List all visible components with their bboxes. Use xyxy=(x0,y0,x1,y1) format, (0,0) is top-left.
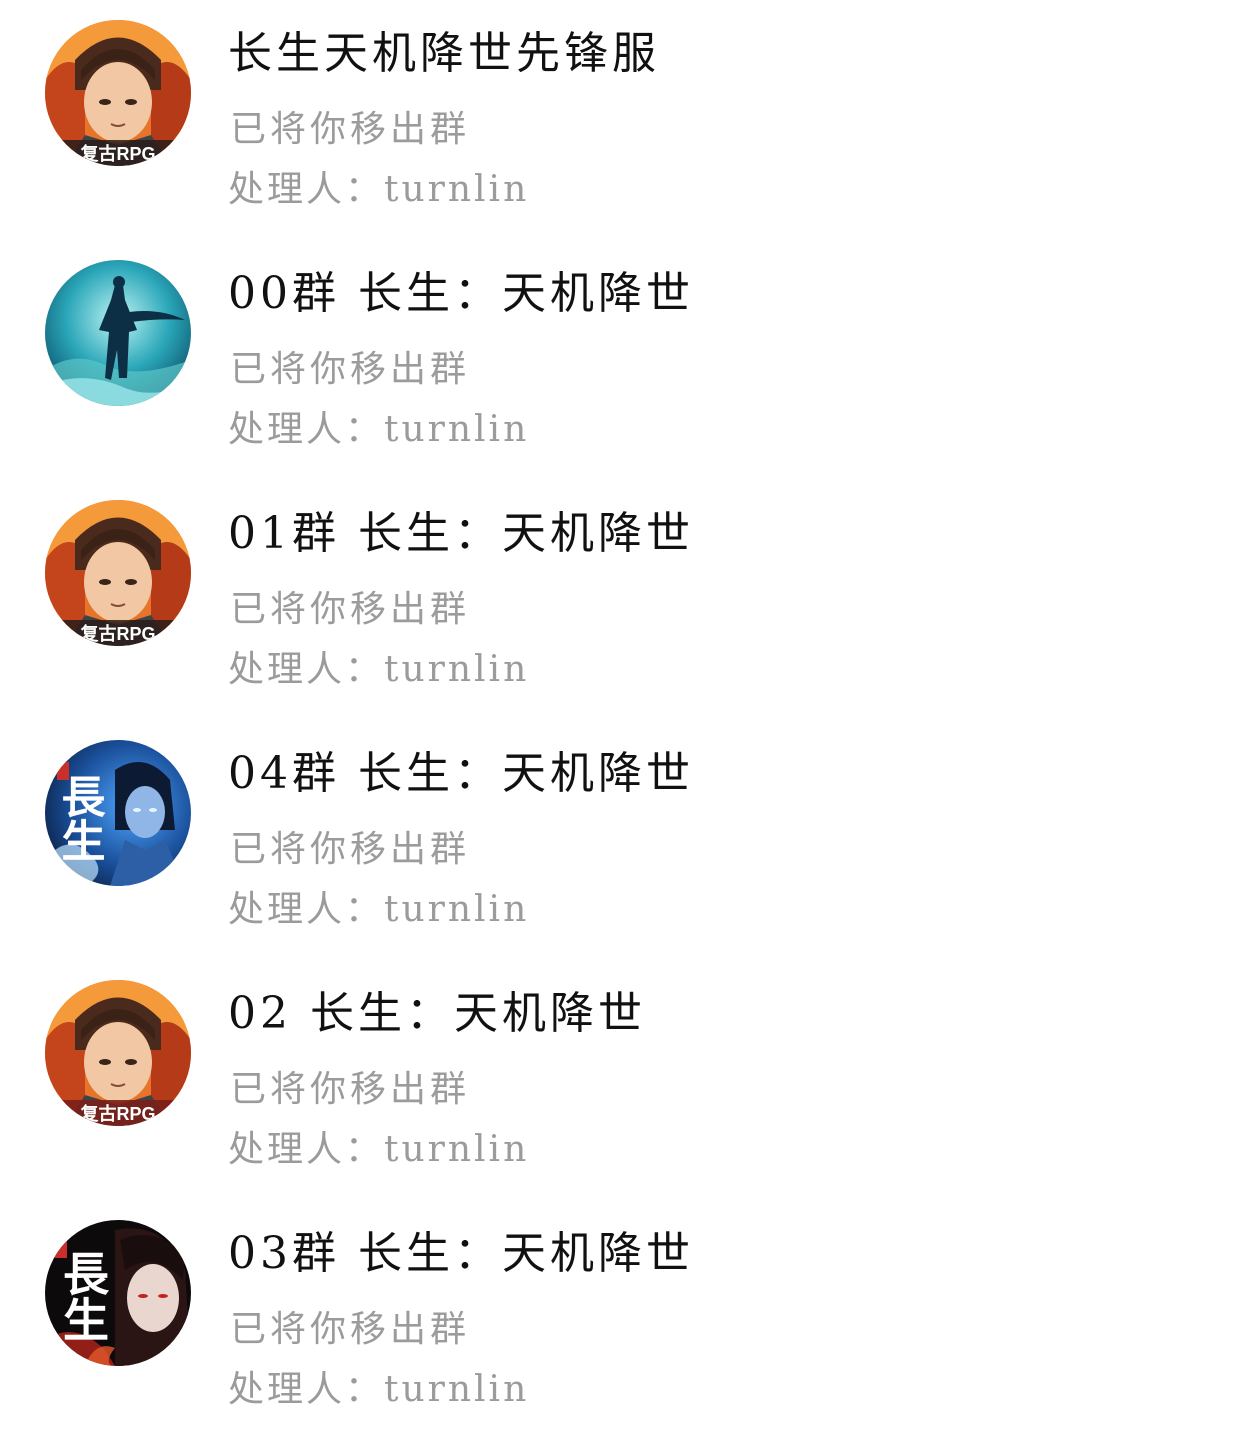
removal-status: 已将你移出群 xyxy=(230,109,471,150)
avatar-text: 長生 xyxy=(54,774,105,862)
handler-label: 处理人：turnlin xyxy=(228,1369,530,1410)
changsheng-red-avatar-icon[interactable]: 長生 xyxy=(45,1220,191,1366)
list-item[interactable]: 00群 长生：天机降世 已将你移出群 处理人：turnlin xyxy=(0,240,1260,460)
group-title: 04群 长生：天机降世 xyxy=(228,748,694,799)
avatar-text: 長生 xyxy=(56,1250,110,1342)
list-item[interactable]: 复古RPG 长生天机降世先锋服 已将你移出群 处理人：turnlin xyxy=(0,0,1260,220)
removal-status: 已将你移出群 xyxy=(230,829,471,870)
changsheng-blue-avatar-icon[interactable]: 長生 xyxy=(45,740,191,886)
group-title: 03群 长生：天机降世 xyxy=(228,1228,694,1279)
list-item[interactable]: 复古RPG 02 长生：天机降世 已将你移出群 处理人：turnlin xyxy=(0,960,1260,1180)
removal-status: 已将你移出群 xyxy=(230,1069,471,1110)
group-title: 01群 长生：天机降世 xyxy=(228,508,694,559)
hero-retro-rpg-avatar-image: 复古RPG xyxy=(45,500,191,646)
list-item[interactable]: 長生 03群 长生：天机降世 已将你移出群 处理人：turnlin xyxy=(0,1200,1260,1420)
avatar-text: 复古RPG xyxy=(79,143,155,164)
swordsman-moon-avatar-image xyxy=(45,260,191,406)
hero-retro-rpg-avatar-icon[interactable]: 复古RPG xyxy=(45,980,191,1126)
handler-label: 处理人：turnlin xyxy=(228,1129,530,1170)
hero-retro-rpg-avatar-icon[interactable]: 复古RPG xyxy=(45,500,191,646)
group-title: 02 长生：天机降世 xyxy=(228,988,646,1039)
hero-retro-rpg-avatar-image: 复古RPG xyxy=(45,20,191,166)
hero-retro-rpg-avatar-icon[interactable]: 复古RPG xyxy=(45,20,191,166)
changsheng-red-avatar-image: 長生 xyxy=(45,1220,191,1366)
list-item[interactable]: 复古RPG 01群 长生：天机降世 已将你移出群 处理人：turnlin xyxy=(0,480,1260,700)
removal-status: 已将你移出群 xyxy=(230,589,471,630)
avatar-text: 复古RPG xyxy=(79,1103,155,1124)
handler-label: 处理人：turnlin xyxy=(228,409,530,450)
group-title: 00群 长生：天机降世 xyxy=(228,268,694,319)
swordsman-moon-avatar-icon[interactable] xyxy=(45,260,191,406)
handler-label: 处理人：turnlin xyxy=(228,889,530,930)
hero-retro-rpg-avatar-image: 复古RPG xyxy=(45,980,191,1126)
changsheng-blue-avatar-image: 長生 xyxy=(45,740,191,886)
handler-label: 处理人：turnlin xyxy=(228,649,530,690)
avatar-text: 复古RPG xyxy=(79,623,155,644)
list-item[interactable]: 長生 04群 长生：天机降世 已将你移出群 处理人：turnlin xyxy=(0,720,1260,940)
removal-status: 已将你移出群 xyxy=(230,349,471,390)
group-title: 长生天机降世先锋服 xyxy=(228,28,660,79)
handler-label: 处理人：turnlin xyxy=(228,169,530,210)
removal-status: 已将你移出群 xyxy=(230,1309,471,1350)
